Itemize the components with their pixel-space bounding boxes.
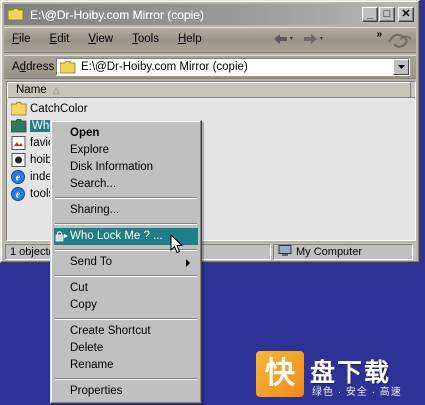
status-zone: My Computer [273,244,413,260]
folder-icon [7,8,24,21]
folder-icon [59,60,76,74]
address-dropdown-button[interactable] [393,59,409,75]
watermark: 快 盘下载 绿色 · 安全 · 高速 [256,351,421,401]
menu-separator [55,223,197,225]
menu-separator [55,197,197,199]
back-button[interactable] [272,31,294,50]
watermark-logo: 快 [256,351,304,397]
menu-toolbar-band: File Edit View Tools Help » [4,27,416,53]
ie-icon: e [11,169,27,184]
menu-help[interactable]: Help [178,33,202,45]
window-title: E:\@Dr-Hoiby.com Mirror (copie) [30,7,204,22]
forward-button[interactable] [302,31,324,50]
menu-item-search[interactable]: Search... [54,176,198,193]
menu-item-open[interactable]: Open [54,125,198,142]
menu-item-sharing[interactable]: Sharing... [54,202,198,219]
who-lock-me-icon [55,231,68,242]
menu-item-properties[interactable]: Properties [54,383,198,400]
menu-separator [55,378,197,380]
menu-item-explore[interactable]: Explore [54,142,198,159]
toolbar-more-chevron[interactable]: » [376,29,382,40]
computer-icon [278,245,292,257]
menu-file[interactable]: File [12,33,31,45]
menu-item-rename[interactable]: Rename [54,357,198,374]
context-menu: Open Explore Disk Information Search... … [50,120,202,404]
maximize-button[interactable]: □ [379,7,395,22]
ie-icon: e [11,186,27,201]
menu-tools[interactable]: Tools [132,33,159,45]
svg-text:e: e [16,172,21,183]
close-icon: ✕ [401,8,411,20]
folder-icon [10,101,27,116]
close-button[interactable]: ✕ [398,7,414,22]
svg-text:e: e [16,189,21,200]
list-item[interactable]: CatchColor [10,100,88,117]
menu-item-send-to[interactable]: Send To [54,254,198,271]
image-icon [11,152,27,167]
address-band: Address E:\@Dr-Hoiby.com Mirror (copie) [4,55,416,79]
minimize-button[interactable]: _ [362,7,378,22]
chevron-down-icon [397,65,405,69]
menu-separator [55,318,197,320]
submenu-arrow-icon [186,259,190,267]
menu-item-copy[interactable]: Copy [54,297,198,314]
folder-icon [10,118,27,133]
column-header: Name △ [7,82,415,98]
minimize-icon: _ [366,8,374,20]
watermark-subtitle: 绿色 · 安全 · 高速 [312,387,402,398]
mouse-cursor-icon [170,234,184,254]
windows-logo-swirl-icon [388,33,412,48]
menu-item-cut[interactable]: Cut [54,280,198,297]
address-input[interactable]: E:\@Dr-Hoiby.com Mirror (copie) [56,58,410,76]
menu-view[interactable]: View [88,33,113,45]
title-bar[interactable]: E:\@Dr-Hoiby.com Mirror (copie) _ □ ✕ [4,4,416,25]
address-label: Address [12,61,55,73]
back-arrow-icon [274,34,293,44]
menu-separator [55,275,197,277]
column-name-header[interactable]: Name △ [7,82,411,98]
menu-item-delete[interactable]: Delete [54,340,198,357]
sort-ascending-icon: △ [52,85,60,95]
menu-item-disk-information[interactable]: Disk Information [54,159,198,176]
address-value: E:\@Dr-Hoiby.com Mirror (copie) [81,61,248,73]
menu-edit[interactable]: Edit [50,33,70,45]
image-icon [11,135,27,150]
menubar: File Edit View Tools Help [12,33,221,45]
maximize-icon: □ [383,8,391,20]
menu-item-create-shortcut[interactable]: Create Shortcut [54,323,198,340]
nav-arrows [272,31,324,50]
forward-arrow-icon [304,34,323,44]
